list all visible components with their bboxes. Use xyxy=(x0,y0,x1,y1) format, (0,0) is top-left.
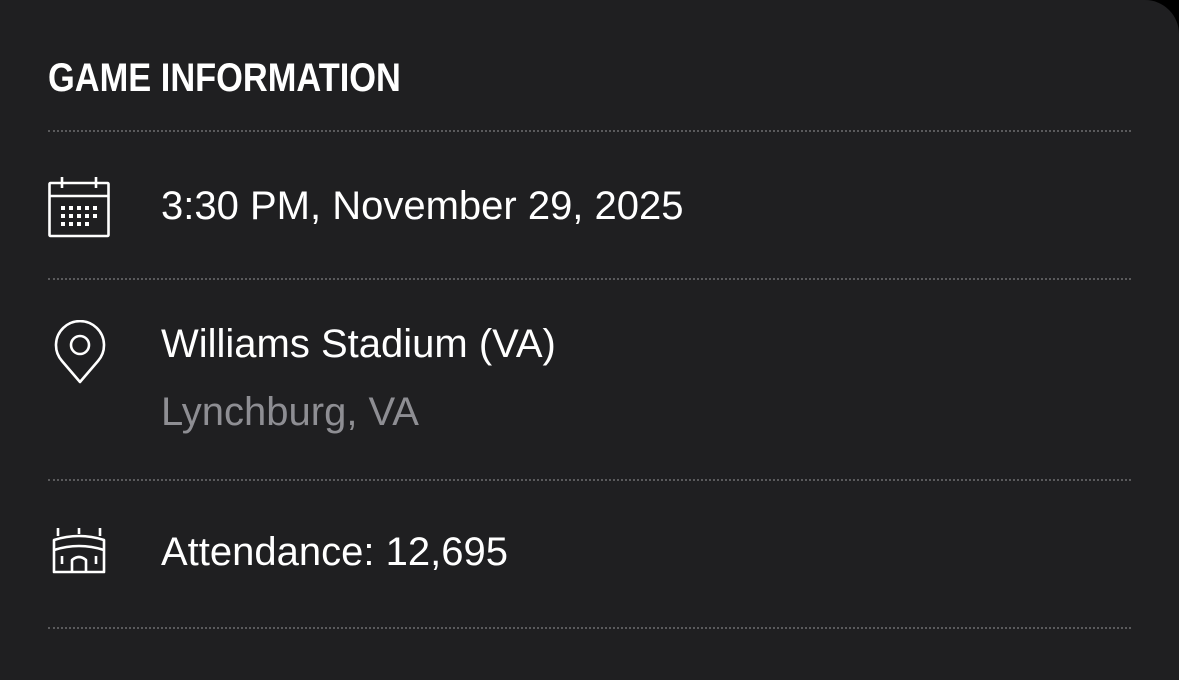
attendance-text: Attendance: 12,695 xyxy=(161,530,508,574)
venue-name: Williams Stadium (VA) xyxy=(161,322,556,366)
divider xyxy=(48,479,1131,481)
divider xyxy=(48,278,1131,280)
game-information-card: GAME INFORMATION 3:30 PM, November 29, 2… xyxy=(0,0,1179,680)
calendar-icon xyxy=(48,176,110,238)
game-datetime: 3:30 PM, November 29, 2025 xyxy=(161,184,684,228)
location-pin-icon xyxy=(52,320,114,384)
stadium-icon xyxy=(52,526,114,588)
divider xyxy=(48,627,1131,629)
divider xyxy=(48,130,1131,132)
section-title: GAME INFORMATION xyxy=(48,56,401,100)
venue-location: Lynchburg, VA xyxy=(161,390,419,434)
